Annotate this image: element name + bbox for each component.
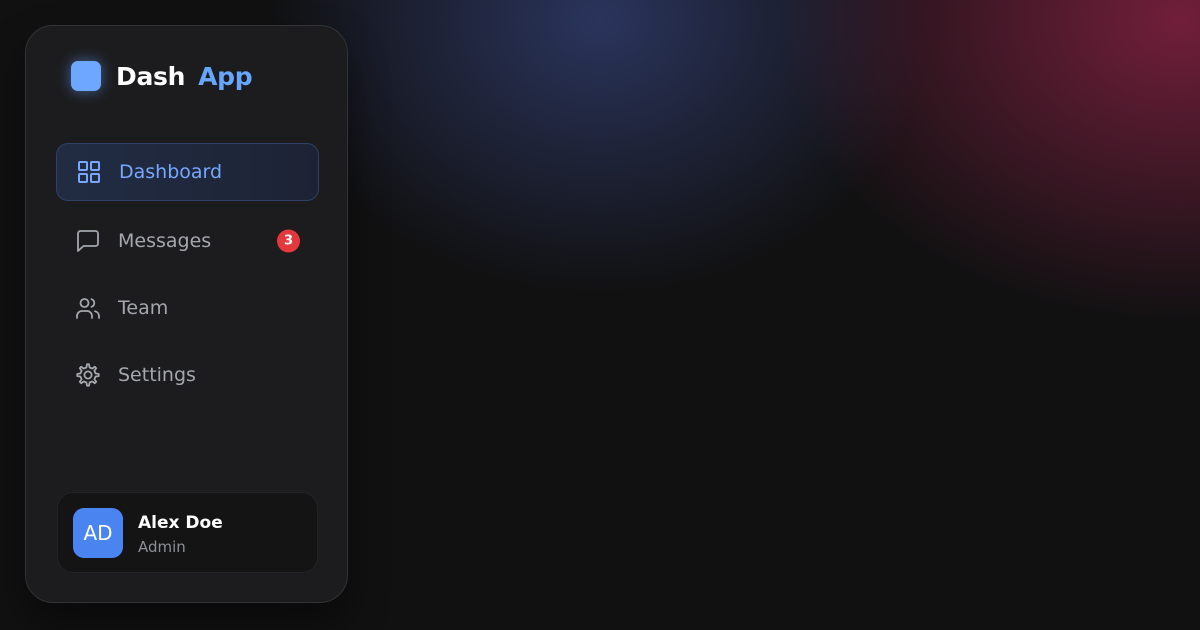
avatar: AD [73,508,123,558]
sidebar-item-label: Team [118,297,169,319]
brand-logo-icon [71,61,101,91]
brand-accent: App [198,61,253,91]
profile-name: Alex Doe [138,513,223,533]
sidebar-item-messages[interactable]: Messages 3 [56,212,319,270]
brand: Dash App [71,60,253,92]
sidebar-item-label: Messages [118,230,212,252]
sidebar: Dash App Dashboard Messages 3 Team Setti… [25,25,348,603]
grid-icon [76,159,102,185]
brand-name: Dash [116,61,186,91]
sidebar-item-settings[interactable]: Settings [56,346,319,404]
gear-icon [75,362,101,388]
sidebar-item-team[interactable]: Team [56,279,319,337]
sidebar-item-dashboard[interactable]: Dashboard [56,143,319,201]
unread-count-badge: 3 [277,229,300,253]
sidebar-item-label: Dashboard [119,161,223,183]
profile-role: Admin [138,538,186,556]
message-square-icon [75,228,101,254]
sidebar-item-label: Settings [118,364,196,386]
user-profile-card[interactable]: AD Alex Doe Admin [57,492,318,573]
users-icon [75,295,101,321]
